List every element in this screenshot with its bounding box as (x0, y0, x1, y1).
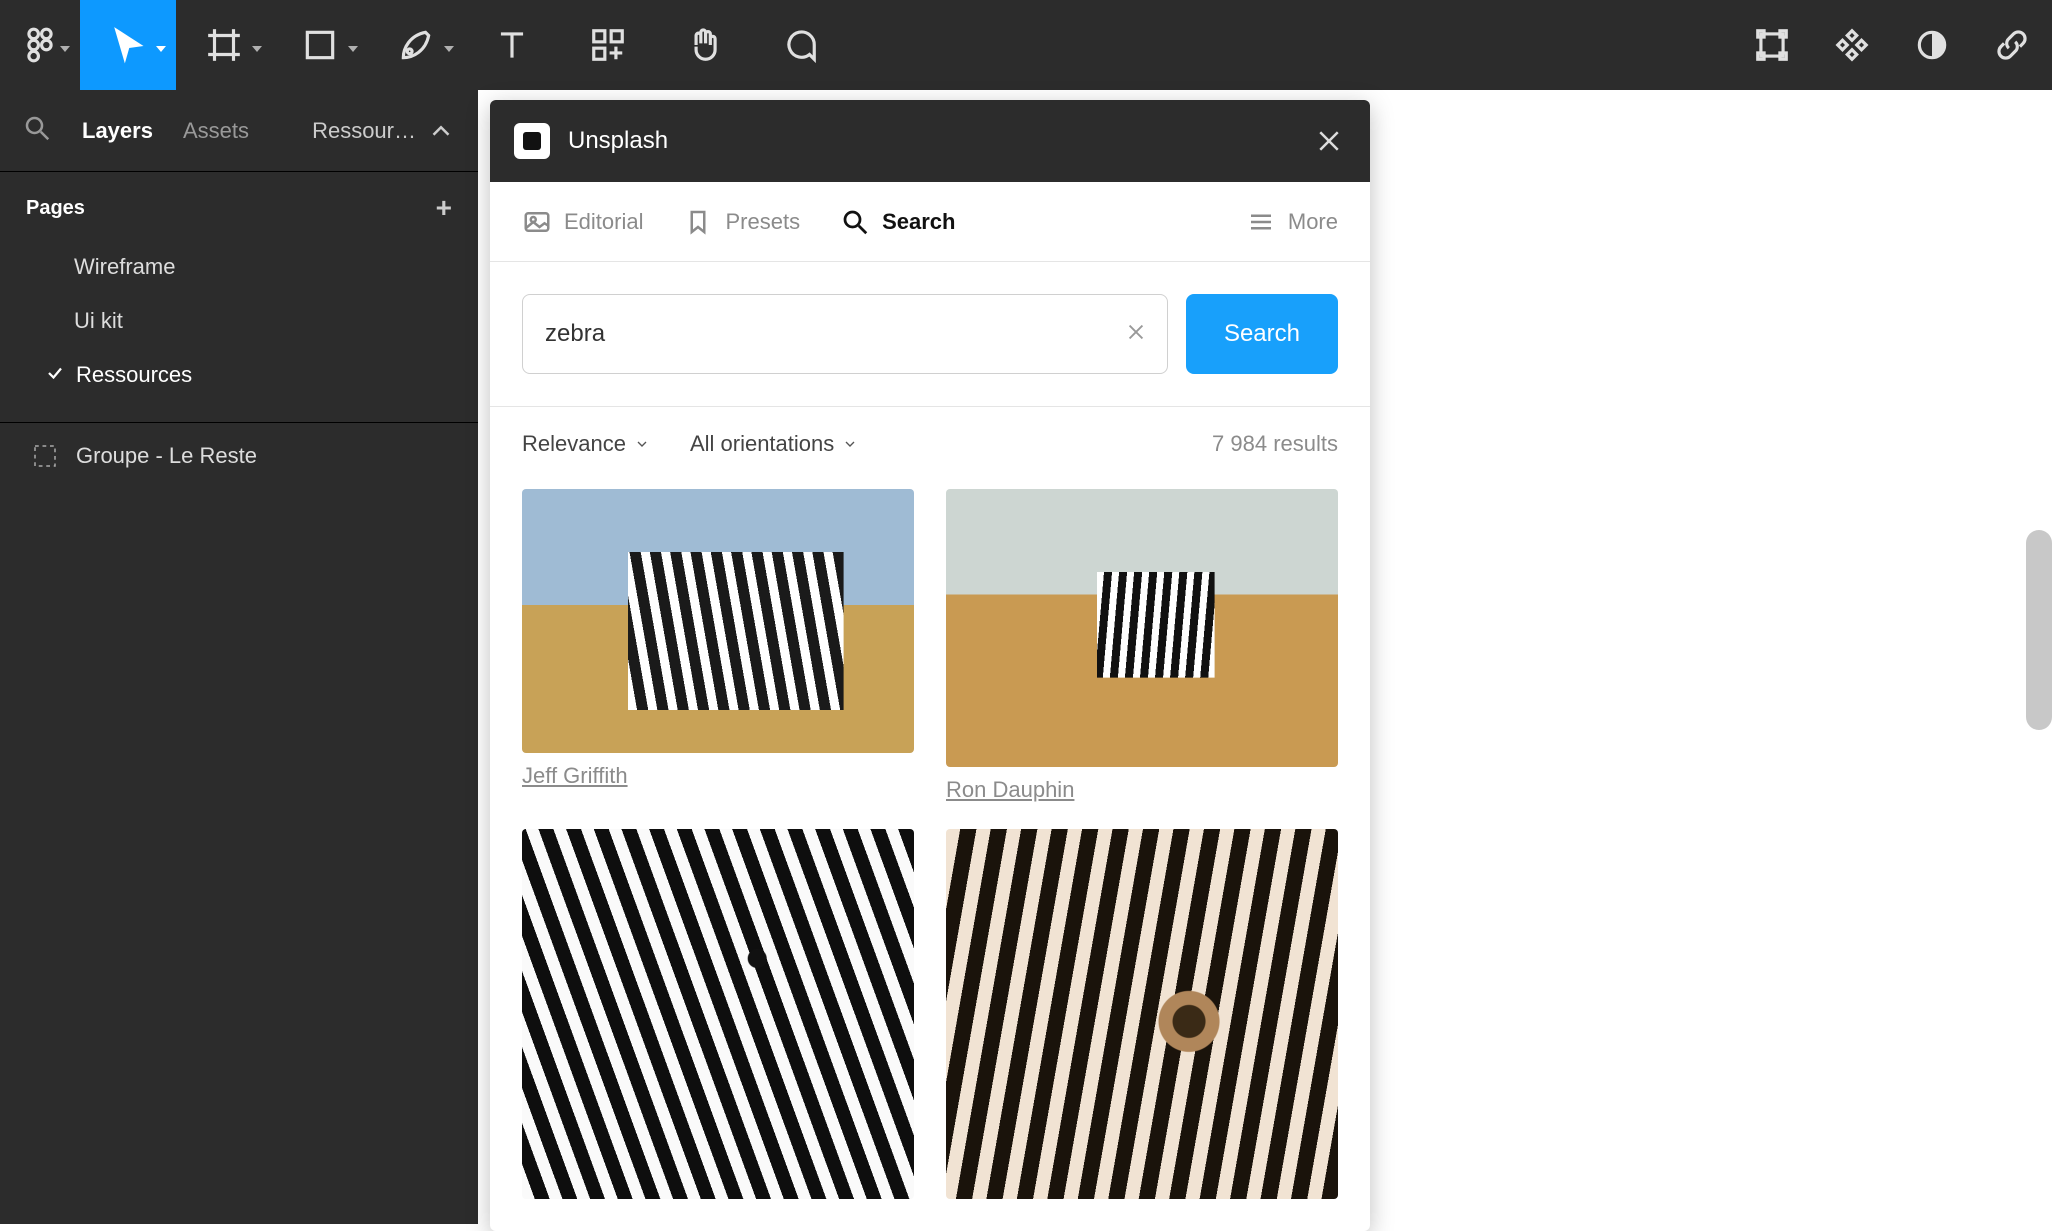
text-icon (493, 26, 531, 64)
bookmark-icon (683, 207, 713, 237)
top-toolbar (0, 0, 2052, 90)
main-menu-button[interactable] (0, 0, 80, 90)
dev-mode-button[interactable] (1812, 0, 1892, 90)
chevron-down-icon (842, 436, 858, 452)
result-author[interactable]: Ron Dauphin (946, 777, 1338, 803)
group-icon (30, 441, 60, 471)
list-icon (1246, 207, 1276, 237)
search-button[interactable]: Search (1186, 294, 1338, 374)
search-input-wrap (522, 294, 1168, 374)
sidebar-tabs: Layers Assets Ressour… (0, 90, 478, 172)
plugin-title: Unsplash (568, 127, 668, 155)
page-item-label: Ressources (76, 362, 192, 388)
close-plugin-button[interactable] (1312, 124, 1346, 158)
tab-assets[interactable]: Assets (183, 118, 249, 144)
page-selector-dropdown[interactable]: Ressour… (312, 116, 456, 146)
tab-search[interactable]: Search (840, 207, 955, 237)
result-thumbnail (522, 829, 914, 1199)
figma-logo-icon (21, 26, 59, 64)
check-icon (46, 362, 64, 388)
pen-icon (397, 26, 435, 64)
result-thumbnail (522, 489, 914, 753)
components-button[interactable] (1732, 0, 1812, 90)
layer-label: Groupe - Le Reste (76, 443, 257, 469)
diamond-four-icon (1833, 26, 1871, 64)
resources-icon (589, 26, 627, 64)
tab-more[interactable]: More (1246, 207, 1338, 237)
plugin-header[interactable]: Unsplash (490, 100, 1370, 182)
results-grid: Jeff Griffith Ron Dauphin (490, 469, 1370, 1231)
result-card[interactable] (946, 829, 1338, 1199)
plugin-tabs: Editorial Presets Search More (490, 182, 1370, 262)
hand-tool-button[interactable] (656, 0, 752, 90)
close-icon (1125, 321, 1147, 343)
search-row: Search (490, 262, 1370, 407)
resources-tool-button[interactable] (560, 0, 656, 90)
move-tool-button[interactable] (80, 0, 176, 90)
hand-icon (685, 26, 723, 64)
search-input[interactable] (543, 319, 1125, 349)
result-thumbnail (946, 489, 1338, 767)
tab-editorial[interactable]: Editorial (522, 207, 643, 237)
link-button[interactable] (1972, 0, 2052, 90)
comment-tool-button[interactable] (752, 0, 848, 90)
shape-tool-button[interactable] (272, 0, 368, 90)
result-thumbnail (946, 829, 1338, 1199)
pen-tool-button[interactable] (368, 0, 464, 90)
chevron-down-icon (634, 436, 650, 452)
frame-tool-button[interactable] (176, 0, 272, 90)
orientation-dropdown[interactable]: All orientations (690, 431, 858, 457)
vertical-scrollbar-thumb[interactable] (2026, 530, 2052, 730)
layer-row[interactable]: Groupe - Le Reste (0, 423, 478, 489)
rectangle-icon (301, 26, 339, 64)
close-icon (1314, 126, 1344, 156)
unsplash-logo-icon (514, 123, 550, 159)
page-list: Wireframe Ui kit Ressources (0, 234, 478, 422)
result-author[interactable]: Jeff Griffith (522, 763, 914, 789)
tab-presets[interactable]: Presets (683, 207, 800, 237)
link-icon (1993, 26, 2031, 64)
bounding-box-icon (1753, 26, 1791, 64)
unsplash-plugin-panel: Unsplash Editorial Presets Search More (490, 100, 1370, 1231)
page-item-wireframe[interactable]: Wireframe (0, 240, 478, 294)
results-count: 7 984 results (1212, 431, 1338, 457)
add-page-button[interactable]: + (436, 192, 452, 224)
sort-dropdown[interactable]: Relevance (522, 431, 650, 457)
page-item-uikit[interactable]: Ui kit (0, 294, 478, 348)
image-icon (522, 207, 552, 237)
pages-header-label: Pages (26, 197, 85, 220)
cursor-icon (109, 26, 147, 64)
result-card[interactable]: Ron Dauphin (946, 489, 1338, 803)
search-icon[interactable] (22, 113, 52, 149)
result-card[interactable]: Jeff Griffith (522, 489, 914, 803)
left-sidebar: Layers Assets Ressour… Pages + Wireframe… (0, 90, 478, 1224)
pages-header: Pages + (0, 172, 478, 234)
text-tool-button[interactable] (464, 0, 560, 90)
page-selector-label: Ressour… (312, 118, 416, 144)
tab-layers[interactable]: Layers (82, 118, 153, 144)
frame-icon (205, 26, 243, 64)
clear-search-button[interactable] (1125, 319, 1147, 350)
comment-icon (781, 26, 819, 64)
chevron-up-icon (426, 116, 456, 146)
page-item-ressources[interactable]: Ressources (0, 348, 478, 402)
search-icon (840, 207, 870, 237)
mask-button[interactable] (1892, 0, 1972, 90)
half-moon-icon (1913, 26, 1951, 64)
filter-row: Relevance All orientations 7 984 results (490, 407, 1370, 469)
result-card[interactable] (522, 829, 914, 1199)
